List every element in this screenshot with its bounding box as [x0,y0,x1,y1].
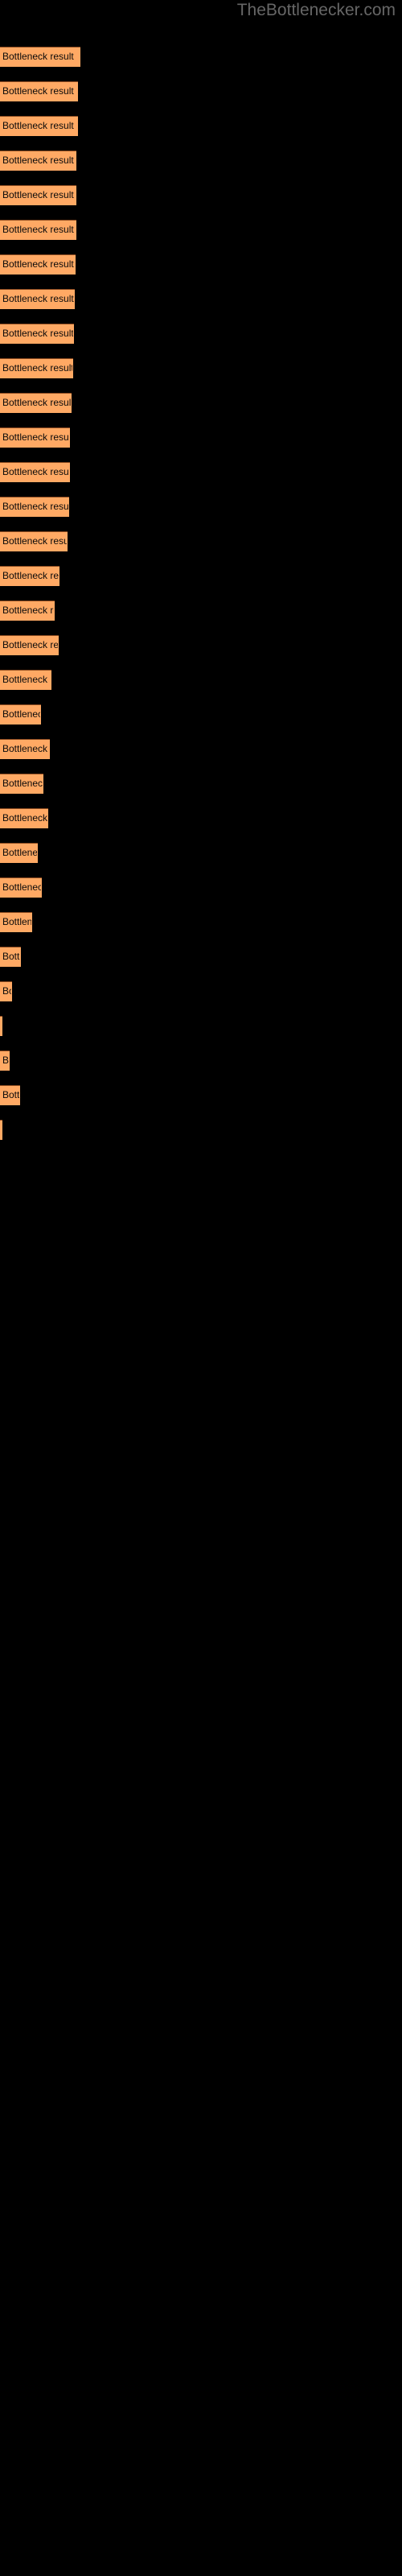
bar-row: Bottleneck result [0,774,402,794]
bar [0,324,74,344]
bar-row: Bottleneck result [0,185,402,205]
bar-row: Bottleneck result [0,289,402,309]
bar-row: Bottleneck result [0,566,402,586]
bar-row: Bottleneck result [0,254,402,275]
bar-row: Bottleneck result [0,116,402,136]
bar-row: Bottleneck result [0,877,402,898]
bar-row: Bottleneck result [0,358,402,378]
bar [0,1051,10,1071]
bar-row: Bottleneck result [0,427,402,448]
bar [0,289,75,309]
bar [0,1120,2,1140]
bar-row: Bottleneck result [0,81,402,101]
bar-row: Bottleneck result [0,47,402,67]
bar-row: Bottleneck result [0,324,402,344]
bar-row: Bottleneck result [0,1120,402,1140]
bar-row: Bottleneck result [0,808,402,828]
bar [0,462,70,482]
bar [0,1016,2,1036]
bar [0,185,76,205]
bar-row: Bottleneck result [0,981,402,1001]
bar-row: Bottleneck result [0,912,402,932]
bar-row: Bottleneck result [0,220,402,240]
bar-row: Bottleneck result [0,462,402,482]
bar-row: Bottleneck result [0,739,402,759]
bar [0,81,78,101]
bar [0,47,80,67]
bar [0,670,51,690]
bar [0,739,50,759]
bar [0,427,70,448]
bar-row: Bottleneck result [0,947,402,967]
bar [0,1085,20,1105]
bar-row: Bottleneck result [0,670,402,690]
bar [0,877,42,898]
bar-row: Bottleneck result [0,393,402,413]
bar [0,566,59,586]
bar-row: Bottleneck result [0,843,402,863]
bar [0,601,55,621]
bar-row: Bottleneck result [0,635,402,655]
bar [0,635,59,655]
bar [0,774,43,794]
bar [0,358,73,378]
bar-row: Bottleneck result [0,1051,402,1071]
bar-row: Bottleneck result [0,704,402,724]
bar [0,808,48,828]
bar [0,254,76,275]
bar [0,497,69,517]
bar-row: Bottleneck result [0,1085,402,1105]
bar [0,947,21,967]
bar [0,704,41,724]
bar [0,912,32,932]
bottleneck-chart: TheBottlenecker.com Bottleneck result Bot… [0,0,402,2576]
bar-row: Bottleneck result [0,1016,402,1036]
bar [0,220,76,240]
bar [0,393,72,413]
bar [0,981,12,1001]
bar-row: Bottleneck result [0,497,402,517]
bar-row: Bottleneck result [0,151,402,171]
bar [0,151,76,171]
bar-row: Bottleneck result [0,531,402,551]
plot-area: Bottleneck result Bottleneck result Bottle… [0,0,402,2576]
bar [0,843,38,863]
bar [0,531,68,551]
bar [0,116,78,136]
bar-row: Bottleneck result [0,601,402,621]
